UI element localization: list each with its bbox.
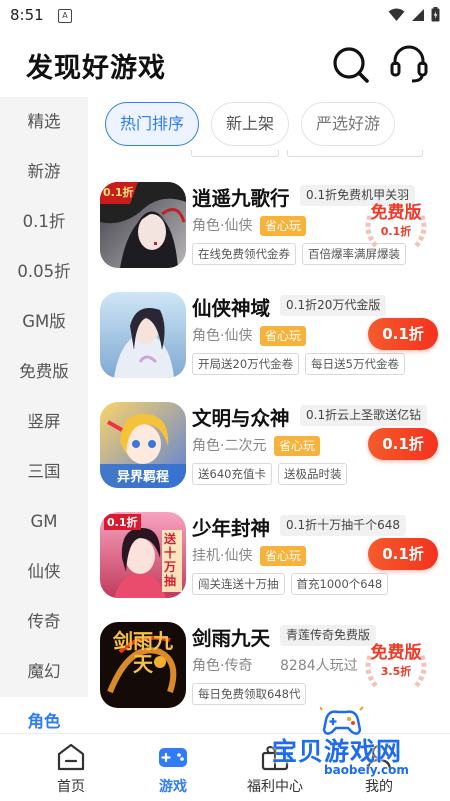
notification-icon: A bbox=[58, 9, 72, 23]
home-icon bbox=[57, 743, 85, 771]
easy-play-badge: 省心玩 bbox=[260, 216, 307, 236]
status-right-icons bbox=[388, 7, 440, 22]
feature-tag: 闯关连送十万抽 bbox=[192, 573, 285, 595]
game-category: 角色·仙侠 bbox=[192, 328, 253, 344]
free-version-stamp[interactable]: 免费版 3.5折 bbox=[354, 636, 438, 692]
tab-hot[interactable]: 热门排序 bbox=[105, 102, 200, 146]
game-icon: 0.1折 送十万抽 bbox=[100, 512, 186, 598]
sidebar-item-xianxia[interactable]: 仙侠 bbox=[0, 547, 88, 597]
free-version-discount: 3.5折 bbox=[380, 665, 412, 678]
game-icon: 剑雨九天 bbox=[100, 622, 186, 708]
feature-tags: 送640充值卡 送极品时装 bbox=[192, 463, 348, 485]
game-title: 逍遥九歌行 bbox=[192, 187, 290, 210]
customer-service-icon[interactable] bbox=[388, 42, 430, 86]
tab-games[interactable]: 游戏 bbox=[128, 734, 218, 801]
icon-game-logo: 剑雨九天 bbox=[113, 629, 173, 676]
sidebar-item-0.1-discount[interactable]: 0.1折 bbox=[0, 197, 88, 247]
game-title: 剑雨九天 bbox=[192, 627, 271, 650]
category-sidebar: 精选 新游 0.1折 0.05折 GM版 免费版 竖屏 三国 GM 仙侠 传奇 … bbox=[0, 97, 88, 733]
game-category: 角色·传奇 bbox=[192, 658, 253, 674]
sidebar-item-free-version[interactable]: 免费版 bbox=[0, 347, 88, 397]
game-icon bbox=[100, 292, 186, 378]
search-icon[interactable] bbox=[330, 44, 372, 86]
sidebar-item-gm[interactable]: GM bbox=[0, 497, 88, 547]
feature-tag: 每日送5万代金卷 bbox=[305, 353, 405, 375]
tab-home-label: 首页 bbox=[57, 779, 85, 795]
game-category: 挂机·仙侠 bbox=[192, 548, 253, 564]
game-icon: 0.1折 bbox=[100, 182, 186, 268]
list-item[interactable]: 0.1折 送十万抽 少年封神 0.1折十万抽千个648 挂机·仙侠 省心玩 闯关… bbox=[88, 512, 450, 612]
sidebar-item-vertical[interactable]: 竖屏 bbox=[0, 397, 88, 447]
page-title: 发现好游戏 bbox=[26, 53, 166, 84]
feature-tag: 送640充值卡 bbox=[192, 463, 272, 485]
sidebar-item-legend[interactable]: 传奇 bbox=[0, 597, 88, 647]
game-icon: 异界羁程 bbox=[100, 402, 186, 488]
list-item[interactable]: 仙侠神域 0.1折20万代金版 角色·仙侠 省心玩 开局送20万代金卷 每日送5… bbox=[88, 292, 450, 392]
promo-tag: 0.1折20万代金版 bbox=[280, 295, 387, 316]
page-header: 发现好游戏 bbox=[0, 32, 450, 96]
sidebar-item-role[interactable]: 角色 bbox=[0, 697, 88, 733]
tab-home[interactable]: 首页 bbox=[26, 734, 116, 801]
icon-game-logo: 异界羁程 bbox=[116, 470, 169, 485]
game-title: 少年封神 bbox=[192, 517, 271, 540]
discount-button[interactable]: 0.1折 bbox=[368, 428, 438, 460]
status-bar: 8:51 A bbox=[0, 0, 450, 32]
gamepad-icon bbox=[159, 748, 187, 767]
free-version-label: 免费版 bbox=[370, 203, 422, 223]
free-version-discount: 0.1折 bbox=[380, 225, 412, 238]
sidebar-item-three-kingdoms[interactable]: 三国 bbox=[0, 447, 88, 497]
feature-tag: 每日免费领取648代 bbox=[192, 683, 307, 705]
sidebar-item-xinyou[interactable]: 新游 bbox=[0, 147, 88, 197]
promo-tag: 0.1折云上圣歌送亿钻 bbox=[300, 405, 428, 426]
feature-tag: 在线免费领代金券 bbox=[192, 243, 296, 265]
icon-discount-label: 0.1折 bbox=[104, 514, 141, 530]
wifi-icon bbox=[388, 8, 405, 21]
discount-button[interactable]: 0.1折 bbox=[368, 538, 438, 570]
list-item[interactable]: 异界羁程 文明与众神 0.1折云上圣歌送亿钻 角色·二次元 省心玩 送640充值… bbox=[88, 402, 450, 502]
feature-tag: 首充1000个648 bbox=[290, 573, 389, 595]
game-title: 文明与众神 bbox=[192, 407, 290, 430]
feature-tag: 开局送20万代金卷 bbox=[192, 353, 300, 375]
battery-icon bbox=[431, 7, 440, 22]
game-category: 角色·二次元 bbox=[192, 438, 267, 454]
easy-play-badge: 省心玩 bbox=[260, 326, 307, 346]
game-category: 角色·仙侠 bbox=[192, 218, 253, 234]
free-version-label: 免费版 bbox=[370, 643, 422, 663]
game-title: 仙侠神域 bbox=[192, 297, 271, 320]
list-item[interactable]: 0.1折 逍遥九歌行 0.1折免费机甲关羽 角色·仙侠 省心玩 在线免费领代金券… bbox=[88, 182, 450, 282]
sort-tabs: 热门排序 新上架 严选好游 bbox=[105, 102, 396, 148]
game-list: 0.1折 逍遥九歌行 0.1折免费机甲关羽 角色·仙侠 省心玩 在线免费领代金券… bbox=[88, 150, 450, 733]
status-time: 8:51 bbox=[10, 6, 44, 24]
feature-tags: 每日免费领取648代 bbox=[192, 683, 307, 705]
feature-tag: 送极品时装 bbox=[277, 463, 348, 485]
players-count: 8284人玩过 bbox=[280, 658, 358, 674]
sidebar-item-jingxuan[interactable]: 精选 bbox=[0, 97, 88, 147]
easy-play-badge: 省心玩 bbox=[274, 436, 321, 456]
discount-button[interactable]: 0.1折 bbox=[368, 318, 438, 350]
easy-play-badge: 省心玩 bbox=[260, 546, 307, 566]
promo-tag: 0.1折十万抽千个648 bbox=[280, 515, 406, 536]
watermark-url: baobeiy.com bbox=[324, 763, 409, 777]
tab-selected[interactable]: 严选好游 bbox=[301, 102, 396, 146]
tab-games-label: 游戏 bbox=[159, 779, 187, 795]
signal-icon bbox=[412, 8, 424, 21]
feature-tags: 闯关连送十万抽 首充1000个648 bbox=[192, 573, 389, 595]
sidebar-item-0.05-discount[interactable]: 0.05折 bbox=[0, 247, 88, 297]
icon-discount-label: 0.1折 bbox=[103, 186, 134, 199]
previous-item-tags bbox=[191, 150, 423, 157]
sidebar-item-gm-version[interactable]: GM版 bbox=[0, 297, 88, 347]
icon-side-text: 送十万抽 bbox=[164, 532, 177, 588]
site-watermark: 宝贝游戏网 baobeiy.com bbox=[252, 706, 428, 788]
feature-tags: 开局送20万代金卷 每日送5万代金卷 bbox=[192, 353, 405, 375]
sidebar-item-fantasy[interactable]: 魔幻 bbox=[0, 647, 88, 697]
free-version-stamp[interactable]: 免费版 0.1折 bbox=[354, 196, 438, 252]
tab-new[interactable]: 新上架 bbox=[211, 102, 290, 146]
